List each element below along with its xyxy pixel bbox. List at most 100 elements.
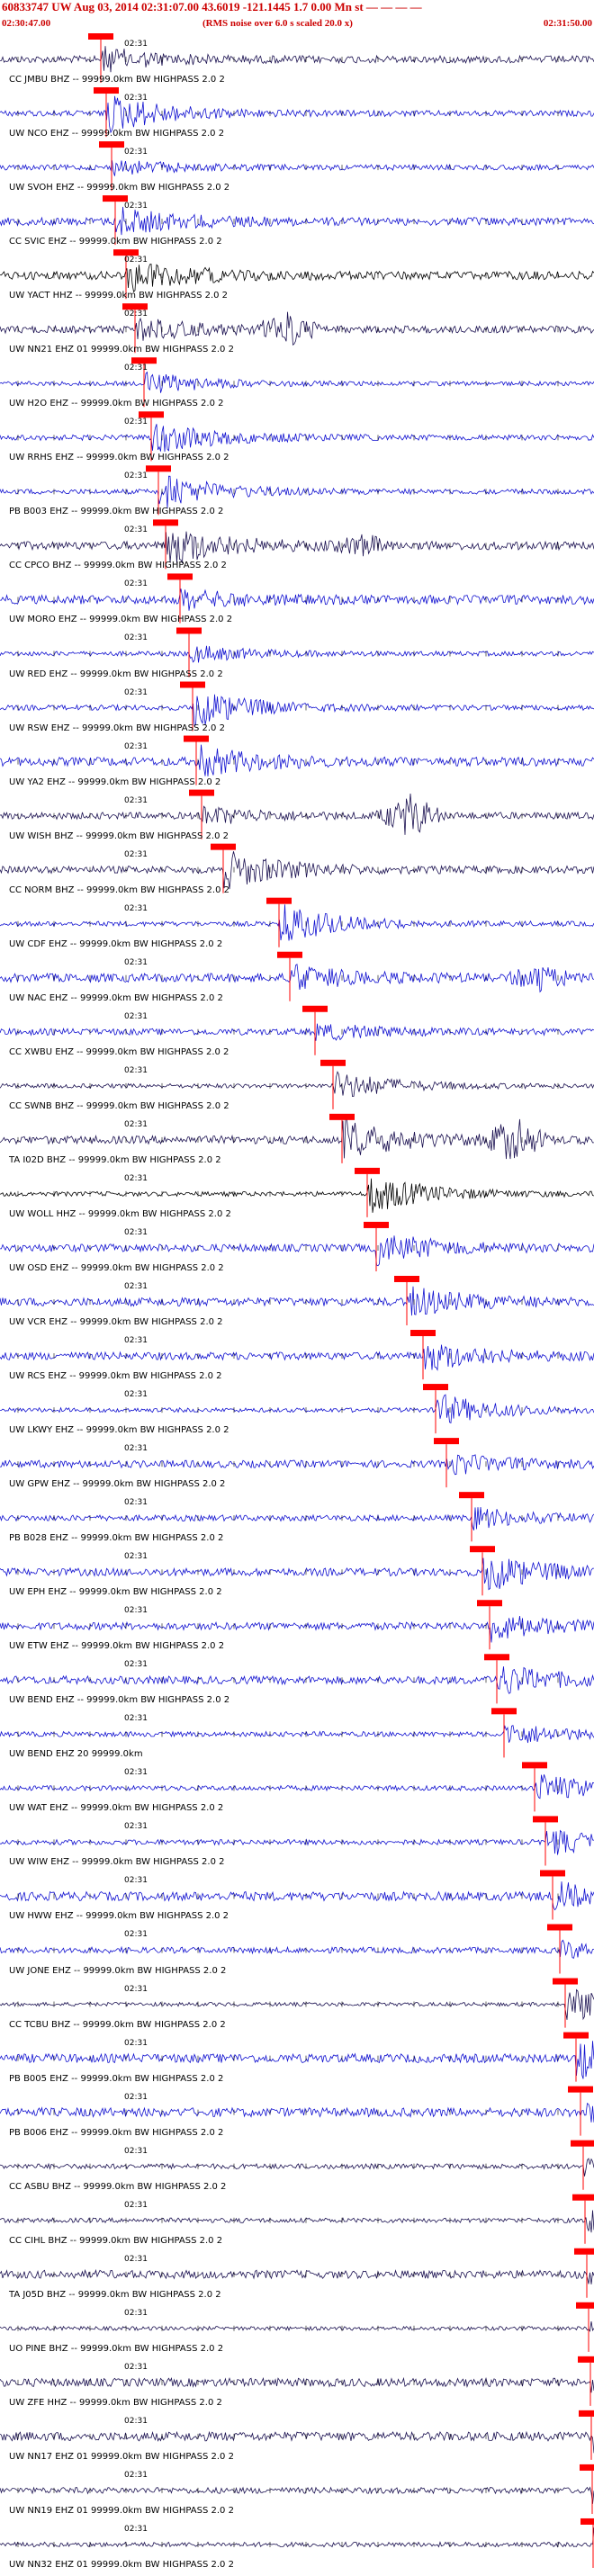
- phase-pick-marker: [167, 573, 193, 580]
- waveform-trace: [0, 2268, 594, 2284]
- time-mark-label: 02:31: [124, 903, 148, 913]
- waveform-trace: [0, 2158, 594, 2177]
- time-mark-label: 02:31: [124, 1011, 148, 1021]
- time-mark-label: 02:31: [124, 2200, 148, 2210]
- phase-pick-marker: [553, 1978, 578, 1985]
- time-mark-label: 02:31: [124, 741, 148, 751]
- channel-label: CC CPCO BHZ -- 99999.0km BW HIGHPASS 2.0…: [9, 561, 227, 571]
- channel-label: TA J05D BHZ -- 99999.0km BW HIGHPASS 2.0…: [9, 2289, 221, 2300]
- phase-pick-marker: [579, 2410, 594, 2417]
- waveform-trace: [0, 1725, 594, 1744]
- phase-pick-marker: [180, 681, 205, 688]
- waveform-trace: [0, 1394, 594, 1424]
- phase-pick-marker: [563, 2032, 589, 2039]
- time-mark-label: 02:31: [124, 256, 148, 265]
- phase-pick-marker: [176, 627, 202, 634]
- channel-label: UW NN21 EHZ 01 99999.0km BW HIGHPASS 2.0…: [9, 345, 234, 355]
- time-mark-label: 02:31: [124, 471, 148, 481]
- time-mark-label: 02:31: [124, 1660, 148, 1670]
- phase-pick-marker: [189, 789, 214, 796]
- waveform-trace: [0, 1023, 594, 1041]
- waveform-trace: [0, 588, 594, 611]
- phase-pick-marker: [491, 1708, 517, 1715]
- waveform-trace: [0, 475, 594, 508]
- phase-pick-marker: [423, 1384, 448, 1391]
- time-mark-label: 02:31: [124, 1714, 148, 1724]
- waveform-trace: [0, 1988, 594, 2021]
- time-mark-label: 02:31: [124, 1227, 148, 1237]
- channel-label: PB B003 EHZ -- 99999.0km BW HIGHPASS 2.0…: [9, 507, 224, 517]
- phase-pick-marker: [146, 465, 171, 472]
- waveform-trace: [0, 424, 594, 453]
- time-mark-label: 02:31: [124, 1281, 148, 1291]
- time-mark-label: 02:31: [124, 1444, 148, 1454]
- time-mark-label: 02:31: [124, 417, 148, 427]
- channel-label: UW YA2 EHZ -- 99999.0km BW HIGHPASS 2.0 …: [9, 776, 221, 787]
- waveform-trace: [0, 2430, 594, 2454]
- seismogram-panel: 02:31 CC JMBU BHZ -- 99999.0km BW HIGHPAS…: [0, 32, 594, 2572]
- waveform-trace: [0, 694, 594, 727]
- channel-label: CC SWNB BHZ -- 99999.0km BW HIGHPASS 2.0…: [9, 1100, 230, 1111]
- channel-label: CC XWBU EHZ -- 99999.0km BW HIGHPASS 2.0…: [9, 1046, 230, 1057]
- phase-pick-marker: [572, 2194, 594, 2201]
- time-mark-label: 02:31: [124, 2470, 148, 2480]
- channel-label: UW NN19 EHZ 01 99999.0km BW HIGHPASS 2.0…: [9, 2505, 234, 2516]
- phase-pick-marker: [410, 1330, 436, 1337]
- waveform-trace: [0, 46, 594, 73]
- waveform-trace: [0, 645, 594, 663]
- time-mark-label: 02:31: [124, 1822, 148, 1832]
- time-mark-label: 02:31: [124, 2038, 148, 2048]
- phase-pick-marker: [522, 1762, 547, 1769]
- waveform-trace: [0, 1616, 594, 1643]
- waveform-trace: [0, 744, 594, 776]
- channel-label: UW WIW EHZ -- 99999.0km BW HIGHPASS 2.0 …: [9, 1857, 225, 1868]
- waveform-trace: [0, 2103, 594, 2123]
- time-mark-label: 02:31: [124, 687, 148, 697]
- channel-label: CC SVIC EHZ -- 99999.0km BW HIGHPASS 2.0…: [9, 237, 222, 247]
- channel-label: UW JONE EHZ -- 99999.0km BW HIGHPASS 2.0…: [9, 1965, 227, 1976]
- time-mark-label: 02:31: [124, 579, 148, 589]
- waveform-trace: [0, 2486, 594, 2504]
- channel-label: UW BEND EHZ -- 99999.0km BW HIGHPASS 2.0…: [9, 1695, 230, 1706]
- waveform-trace: [0, 206, 594, 236]
- channel-label: CC CIHL BHZ -- 99999.0km BW HIGHPASS 2.0…: [9, 2235, 223, 2246]
- channel-label: UW HWW EHZ -- 99999.0km BW HIGHPASS 2.0 …: [9, 1911, 230, 1922]
- time-mark-label: 02:31: [124, 1606, 148, 1616]
- time-mark-label: 02:31: [124, 1173, 148, 1183]
- waveform-trace: [0, 851, 594, 890]
- time-mark-label: 02:31: [124, 1768, 148, 1778]
- waveform-trace: [0, 1557, 594, 1591]
- channel-label: UW MORO EHZ -- 99999.0km BW HIGHPASS 2.0…: [9, 615, 233, 625]
- phase-pick-marker: [99, 141, 124, 148]
- waveform-trace: [0, 2527, 594, 2548]
- phase-pick-marker: [131, 357, 157, 364]
- phase-pick-marker: [540, 1870, 565, 1877]
- channel-label: UW RCS EHZ -- 99999.0km BW HIGHPASS 2.0 …: [9, 1371, 222, 1382]
- waveform-trace: [0, 1881, 594, 1911]
- waveform-trace: [0, 371, 594, 393]
- channel-label: CC TCBU BHZ -- 99999.0km BW HIGHPASS 2.0…: [9, 2019, 226, 2030]
- phase-pick-marker: [364, 1221, 389, 1228]
- time-mark-label: 02:31: [124, 148, 148, 157]
- waveform-trace: [0, 1506, 594, 1530]
- channel-label: UW RSW EHZ -- 99999.0km BW HIGHPASS 2.0 …: [9, 723, 225, 733]
- phase-pick-marker: [122, 303, 148, 310]
- channel-label: UW GPW EHZ -- 99999.0km BW HIGHPASS 2.0 …: [9, 1479, 226, 1490]
- phase-pick-marker: [576, 2302, 594, 2309]
- channel-label: PB B006 EHZ -- 99999.0km BW HIGHPASS 2.0…: [9, 2127, 224, 2138]
- waveform-trace: [0, 904, 594, 941]
- channel-label: UW OSD EHZ -- 99999.0km BW HIGHPASS 2.0 …: [9, 1262, 224, 1273]
- time-mark-label: 02:31: [124, 94, 148, 103]
- phase-pick-marker: [533, 1816, 558, 1823]
- phase-pick-marker: [103, 195, 128, 202]
- phase-pick-marker: [320, 1059, 346, 1066]
- waveform-trace: [0, 963, 594, 993]
- channel-label: UW WISH BHZ -- 99999.0km BW HIGHPASS 2.0…: [9, 830, 229, 841]
- channel-label: UW ZFE HHZ -- 99999.0km BW HIGHPASS 2.0 …: [9, 2397, 222, 2408]
- time-mark-label: 02:31: [124, 525, 148, 535]
- time-mark-label: 02:31: [124, 1119, 148, 1129]
- scaling-note: (RMS noise over 6.0 s scaled 20.0 x): [202, 18, 353, 29]
- time-mark-label: 02:31: [124, 1498, 148, 1508]
- channel-label: UW BEND EHZ 20 99999.0km: [9, 1749, 143, 1760]
- phase-pick-marker: [470, 1546, 495, 1553]
